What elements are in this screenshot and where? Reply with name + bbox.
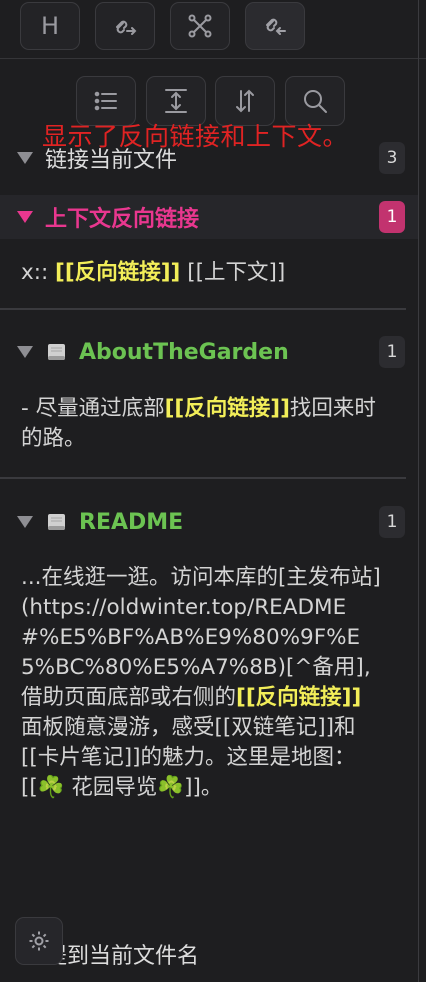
- scroll-icon: [48, 514, 65, 530]
- match-count-badge: 1: [379, 336, 405, 368]
- collapse-triangle-icon: [17, 516, 33, 528]
- result-snippet[interactable]: - 尽量通过底部[[反向链接]]找回来时的路。: [21, 394, 381, 454]
- expand-vertical-icon: [165, 89, 187, 113]
- backlink-highlight[interactable]: [[反向链接]]: [236, 685, 361, 710]
- backlinks-button[interactable]: [245, 2, 305, 50]
- top-toolbar: H: [0, 0, 426, 59]
- divider: [0, 308, 406, 310]
- snippet-text: 面板随意漫游，感受[[双链笔记]]和[[卡片笔记]]的魅力。这里是地图：[[☘️…: [21, 715, 356, 800]
- collapse-triangle-icon: [17, 152, 33, 164]
- link-forward-icon: [116, 20, 137, 35]
- context-link[interactable]: [[上下文]]: [180, 260, 285, 285]
- context-line: x:: [[反向链接]] [[上下文]]: [21, 258, 381, 288]
- link-back-icon: [266, 18, 286, 35]
- outgoing-links-button[interactable]: [95, 2, 155, 50]
- result-header-about-the-garden[interactable]: AboutTheGarden 1: [0, 330, 418, 374]
- result-header-context-backlinks[interactable]: 上下文反向链接 1: [0, 195, 418, 239]
- collapse-triangle-icon: [17, 346, 33, 358]
- result-title: README: [79, 509, 184, 535]
- divider: [0, 477, 406, 479]
- list-icon: [94, 91, 117, 111]
- linked-mentions-label: 链接当前文件: [45, 148, 178, 173]
- unlinked-mentions-label: 提到当前文件名: [45, 944, 200, 969]
- heading-toggle-button[interactable]: H: [20, 2, 80, 50]
- collapse-triangle-icon: [17, 211, 33, 223]
- scroll-icon: [48, 344, 65, 360]
- snippet-text: - 尽量通过底部: [21, 396, 165, 421]
- pane-divider[interactable]: [418, 0, 419, 982]
- gear-icon: [29, 931, 49, 951]
- heading-icon: H: [40, 12, 60, 40]
- search-icon: [304, 90, 327, 113]
- linked-mentions-header[interactable]: 链接当前文件 3: [0, 136, 418, 180]
- property-key: x::: [21, 260, 56, 285]
- result-title: AboutTheGarden: [79, 339, 289, 365]
- result-snippet[interactable]: ...在线逛一逛。访问本库的[主发布站](https://oldwinter.t…: [21, 563, 381, 803]
- result-title: 上下文反向链接: [45, 207, 200, 232]
- result-header-readme[interactable]: README 1: [0, 500, 418, 544]
- match-count-badge: 1: [379, 201, 405, 233]
- backlink-highlight[interactable]: [[反向链接]]: [165, 396, 290, 421]
- graph-view-button[interactable]: [170, 2, 230, 50]
- settings-button[interactable]: [15, 917, 63, 965]
- match-count-badge: 1: [379, 506, 405, 538]
- sort-icon: [236, 89, 254, 113]
- linked-mentions-count: 3: [379, 142, 405, 174]
- graph-icon: [188, 14, 212, 38]
- backlink-highlight[interactable]: [[反向链接]]: [55, 260, 180, 285]
